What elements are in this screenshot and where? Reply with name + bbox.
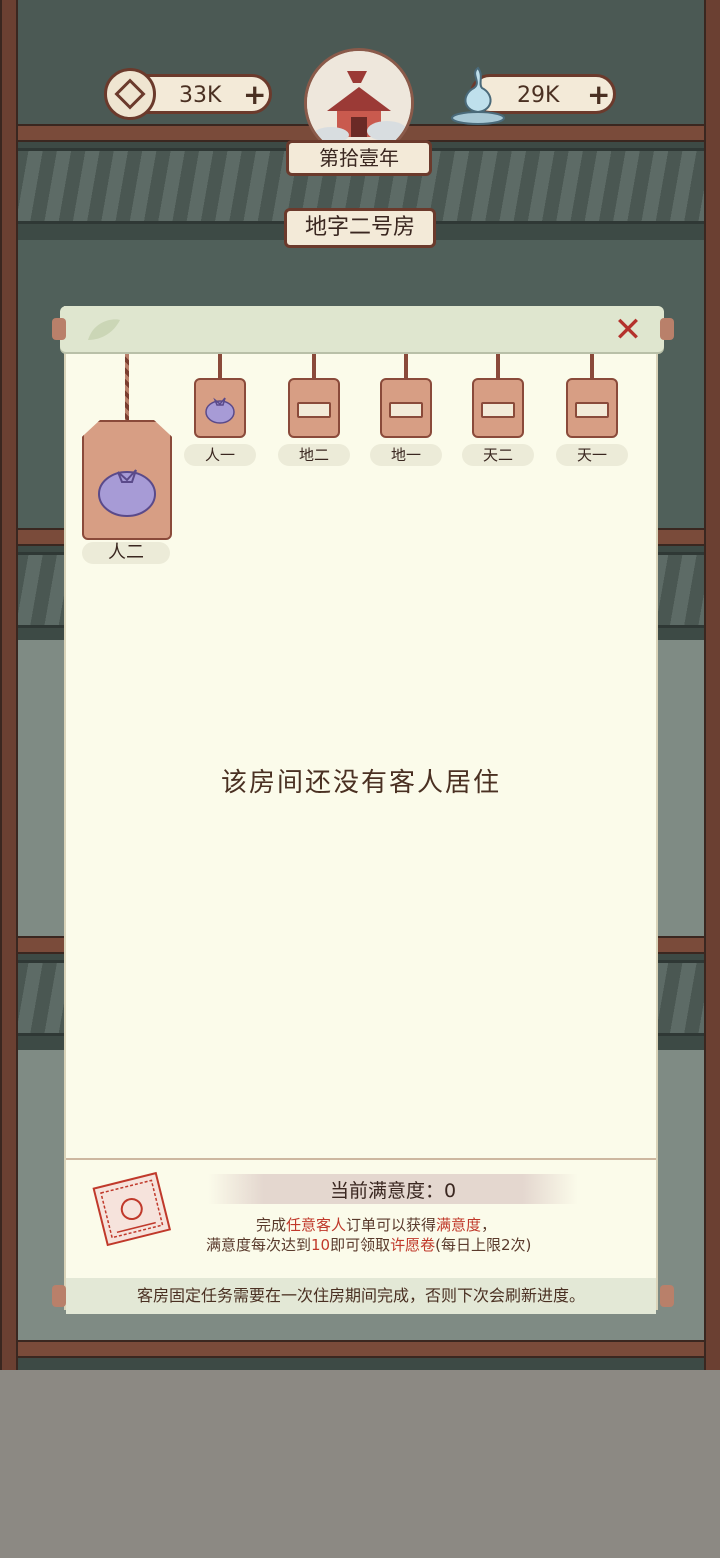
year-label: 第拾壹年 bbox=[286, 140, 432, 176]
roll-end-left bbox=[52, 318, 66, 340]
gourd-icon bbox=[451, 66, 505, 125]
desc-text: ， bbox=[481, 1216, 497, 1234]
desc-text: 订单可以获得 bbox=[346, 1216, 437, 1234]
ground bbox=[0, 1370, 720, 1558]
empty-room-message: 该房间还没有客人居住 bbox=[220, 768, 501, 798]
room-tag-label: 天二 bbox=[462, 444, 534, 466]
panel-top-roll bbox=[60, 306, 664, 352]
satisfaction-desc-line2: 满意度每次达到10即可领取许愿卷(每日上限2次) bbox=[206, 1234, 531, 1255]
coin-value: 33K bbox=[179, 83, 222, 108]
room-title: 地字二号房 bbox=[284, 208, 436, 248]
room-tag-selected[interactable]: 人二 bbox=[80, 354, 174, 566]
empty-slot-icon bbox=[389, 402, 423, 418]
empty-slot-icon bbox=[575, 402, 609, 418]
desc-text: (每日上限2次) bbox=[435, 1236, 532, 1254]
desc-highlight: 许愿卷 bbox=[390, 1236, 436, 1254]
room-tag-label: 人一 bbox=[184, 444, 256, 466]
desc-highlight: 满意度 bbox=[436, 1216, 482, 1234]
roll-end-right bbox=[660, 318, 674, 340]
room-tag-tian-er[interactable]: 天二 bbox=[462, 354, 534, 468]
bundle-icon bbox=[98, 469, 156, 517]
coin-icon bbox=[104, 68, 156, 120]
task-note: 客房固定任务需要在一次住房期间完成，否则下次会刷新进度。 bbox=[66, 1278, 656, 1314]
room-tag-di-er[interactable]: 地二 bbox=[278, 354, 350, 468]
empty-slot-icon bbox=[481, 402, 515, 418]
desc-text: 即可领取 bbox=[330, 1236, 391, 1254]
leaf-icon bbox=[88, 319, 120, 340]
desc-text: 完成 bbox=[256, 1216, 287, 1234]
room-tag-label: 地二 bbox=[278, 444, 350, 466]
room-tag-label: 人二 bbox=[82, 542, 170, 564]
wish-ticket-icon bbox=[92, 1171, 172, 1247]
empty-slot-icon bbox=[297, 402, 331, 418]
close-icon: ✕ bbox=[613, 310, 643, 350]
roll-end-right bbox=[660, 1285, 674, 1307]
desc-text: 满意度每次达到 bbox=[206, 1236, 312, 1254]
room-tag-ren-yi[interactable]: 人一 bbox=[184, 354, 256, 468]
room-tag-label: 地一 bbox=[370, 444, 442, 466]
coin-add-button[interactable]: + bbox=[243, 81, 266, 109]
roll-end-left bbox=[52, 1285, 66, 1307]
room-tag-tian-yi[interactable]: 天一 bbox=[556, 354, 628, 468]
desc-highlight: 10 bbox=[311, 1236, 331, 1254]
room-tag-di-yi[interactable]: 地一 bbox=[370, 354, 442, 468]
essence-add-button[interactable]: + bbox=[587, 81, 610, 109]
close-button[interactable]: ✕ bbox=[608, 312, 648, 348]
essence-value: 29K bbox=[517, 83, 560, 108]
room-tag-label: 天一 bbox=[556, 444, 628, 466]
bundle-icon bbox=[205, 397, 235, 424]
satisfaction-desc-line1: 完成任意客人订单可以获得满意度， bbox=[256, 1214, 496, 1235]
desc-highlight: 任意客人 bbox=[286, 1216, 347, 1234]
satisfaction-value: 当前满意度：0 bbox=[329, 1180, 457, 1202]
